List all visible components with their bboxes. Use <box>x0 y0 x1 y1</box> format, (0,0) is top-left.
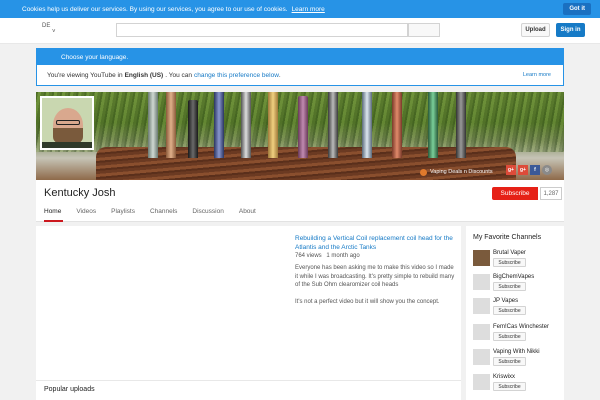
language-notice: Choose your language. You're viewing You… <box>36 48 564 86</box>
guide-menu-icon[interactable]: ˅ <box>52 29 56 35</box>
channel-thumbnail[interactable] <box>473 374 490 390</box>
video-views: 764 views <box>295 253 322 259</box>
cookie-message: Cookies help us deliver our services. By… <box>22 5 288 13</box>
tab-discussion[interactable]: Discussion <box>192 208 231 220</box>
banner-vape-device <box>214 92 224 158</box>
channel-name[interactable]: Fem!Cas Winchester <box>493 324 549 330</box>
banner-custom-link[interactable]: Vaping Deals n Discounts <box>420 167 493 177</box>
channel-thumbnail[interactable] <box>473 349 490 365</box>
search-button[interactable] <box>408 23 440 37</box>
avatar-shirt <box>42 142 92 148</box>
video-age: 1 month ago <box>326 253 360 259</box>
banner-vape-device <box>268 92 278 158</box>
subscribe-button[interactable]: Subscribe <box>493 382 526 391</box>
favorite-channel-item: JP Vapes Subscribe <box>473 298 563 318</box>
region-label: DE <box>42 23 51 29</box>
favorite-channel-item: Fem!Cas Winchester Subscribe <box>473 324 563 344</box>
language-notice-suffix: . <box>278 72 281 79</box>
language-notice-body: You're viewing YouTube in English (US) .… <box>37 65 563 86</box>
favorite-channel-item: Brutal Vaper Subscribe <box>473 250 563 270</box>
subscribe-button[interactable]: Subscribe <box>493 282 526 291</box>
tab-videos[interactable]: Videos <box>76 208 104 220</box>
subscribe-button[interactable]: Subscribe <box>493 258 526 267</box>
channel-thumbnail[interactable] <box>473 324 490 340</box>
google-plus-icon[interactable]: g+ <box>518 165 528 175</box>
section-divider <box>36 380 461 381</box>
channel-name[interactable]: Brutal Vaper <box>493 250 526 256</box>
facebook-icon[interactable]: f <box>530 165 540 175</box>
channel-name[interactable]: Kriswixx <box>493 374 515 380</box>
description-paragraph: Everyone has been asking me to make this… <box>295 265 455 288</box>
featured-video-player[interactable] <box>36 232 288 380</box>
channel-name[interactable]: JP Vapes <box>493 298 518 304</box>
favorite-channels-title: My Favorite Channels <box>473 234 542 241</box>
featured-video-meta: 764 views 1 month ago <box>295 253 360 259</box>
tab-channels[interactable]: Channels <box>150 208 185 220</box>
subscribe-widget: Subscribe 1,287 <box>492 187 572 200</box>
channel-name[interactable]: BigChemVapes <box>493 274 534 280</box>
search-input[interactable] <box>116 23 408 37</box>
favorite-channel-item: Vaping With Nikki Subscribe <box>473 349 563 369</box>
banner-vape-device <box>188 100 198 158</box>
banner-vape-device <box>166 92 176 158</box>
youtube-logo[interactable]: DE ˅ <box>42 23 56 35</box>
tab-about[interactable]: About <box>239 208 264 220</box>
channel-tabs: Home Videos Playlists Channels Discussio… <box>44 208 271 222</box>
subscribe-button[interactable]: Subscribe <box>493 306 526 315</box>
avatar-glasses <box>56 120 80 125</box>
website-link-icon <box>420 168 427 176</box>
banner-link-label: Vaping Deals n Discounts <box>430 169 493 175</box>
language-notice-prefix: You're viewing YouTube in <box>47 72 123 79</box>
channel-thumbnail[interactable] <box>473 250 490 266</box>
got-it-button[interactable]: Got it <box>563 3 591 15</box>
popular-uploads-title[interactable]: Popular uploads <box>44 386 95 393</box>
main-content: Rebuilding a Vertical Coil replacement c… <box>36 226 461 400</box>
favorite-channels-sidebar: My Favorite Channels Brutal Vaper Subscr… <box>466 226 564 400</box>
banner-vape-device <box>148 92 158 158</box>
tab-playlists[interactable]: Playlists <box>111 208 143 220</box>
banner-vape-device <box>428 92 438 158</box>
banner-vape-device <box>328 92 338 158</box>
upload-button[interactable]: Upload <box>521 23 550 37</box>
channel-thumbnail[interactable] <box>473 274 490 290</box>
language-learn-more-link[interactable]: Learn more <box>523 72 551 78</box>
language-notice-middle: . You can <box>165 72 192 79</box>
cookie-learn-more-link[interactable]: Learn more <box>292 6 325 13</box>
favorite-channel-item: BigChemVapes Subscribe <box>473 274 563 294</box>
banner-vape-device <box>392 92 402 158</box>
masthead: DE ˅ Upload Sign in <box>0 18 600 44</box>
favorite-channel-item: Kriswixx Subscribe <box>473 374 563 394</box>
current-language: English (US) <box>124 72 164 79</box>
tab-home[interactable]: Home <box>44 208 69 222</box>
featured-video-title[interactable]: Rebuilding a Vertical Coil replacement c… <box>295 234 455 252</box>
subscribe-button[interactable]: Subscribe <box>493 357 526 366</box>
banner-vape-device <box>241 92 251 158</box>
channel-thumbnail[interactable] <box>473 298 490 314</box>
channel-title[interactable]: Kentucky Josh <box>44 187 116 199</box>
banner-vape-device <box>362 92 372 158</box>
sign-in-button[interactable]: Sign in <box>556 23 585 37</box>
description-paragraph: It's not a perfect video but it will sho… <box>295 298 440 305</box>
banner-vape-device <box>298 96 308 158</box>
channel-avatar[interactable] <box>40 96 94 150</box>
language-notice-title: Choose your language. <box>37 49 563 65</box>
featured-video-description: Everyone has been asking me to make this… <box>295 264 455 306</box>
subscribe-button[interactable]: Subscribe <box>492 187 538 200</box>
subscribe-button[interactable]: Subscribe <box>493 332 526 341</box>
website-icon[interactable]: ◎ <box>542 165 552 175</box>
channel-name[interactable]: Vaping With Nikki <box>493 349 540 355</box>
cookie-consent-bar: Cookies help us deliver our services. By… <box>0 0 600 18</box>
google-plus-icon[interactable]: g+ <box>506 165 516 175</box>
subscriber-count: 1,287 <box>540 187 562 200</box>
channel-header: Kentucky Josh Subscribe 1,287 Home Video… <box>36 180 564 222</box>
banner-vape-device <box>456 92 466 158</box>
change-language-link[interactable]: change this preference below <box>194 72 279 79</box>
